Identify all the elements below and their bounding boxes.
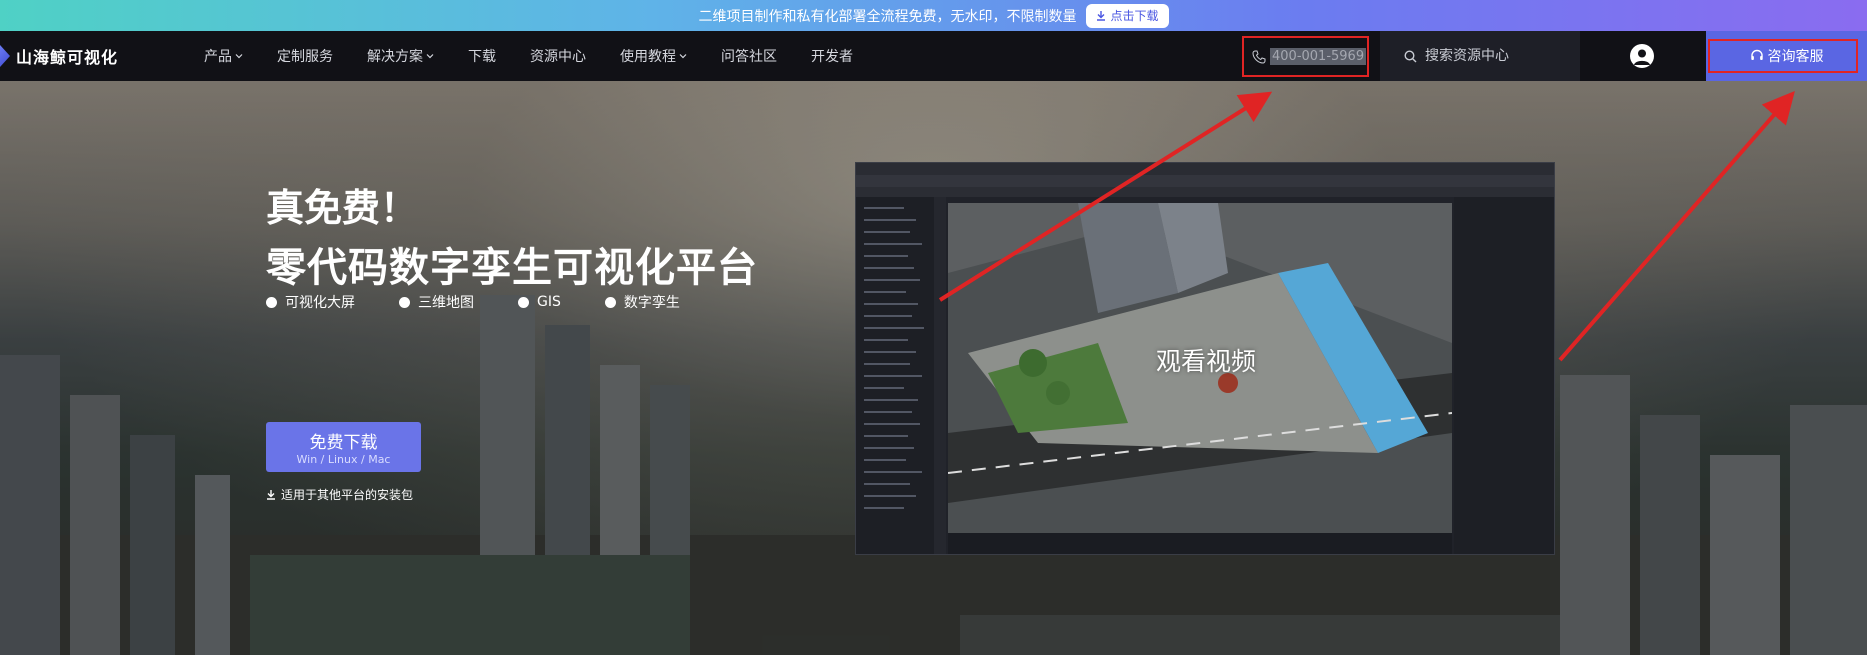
feature-item: 三维地图 bbox=[399, 292, 474, 312]
hero-title: 真免费！ bbox=[266, 186, 419, 230]
promo-download-label: 点击下载 bbox=[1110, 9, 1159, 23]
chevron-down-icon bbox=[679, 54, 687, 59]
nav-menu: 产品 定制服务 解决方案 下载 资源中心 使用教程 问答社区 开发者 bbox=[204, 31, 887, 81]
nav-item-developers[interactable]: 开发者 bbox=[811, 46, 853, 66]
watch-video-label[interactable]: 观看视频 bbox=[856, 163, 1554, 554]
feature-label: 数字孪生 bbox=[623, 295, 680, 311]
nav-item-label: 产品 bbox=[204, 49, 232, 65]
nav-item-custom-service[interactable]: 定制服务 bbox=[277, 46, 333, 66]
download-icon bbox=[1097, 10, 1106, 21]
search-input[interactable] bbox=[1425, 48, 1575, 64]
logo-mark-icon bbox=[0, 45, 10, 67]
feature-item: GIS bbox=[518, 292, 561, 312]
nav-item-label: 解决方案 bbox=[367, 49, 423, 65]
feature-label: 三维地图 bbox=[418, 295, 474, 311]
user-icon bbox=[1634, 49, 1650, 65]
bullet-icon bbox=[399, 296, 410, 308]
other-platforms-label: 适用于其他平台的安装包 bbox=[281, 488, 414, 502]
bullet-icon bbox=[604, 296, 616, 308]
consult-button[interactable]: 咨询客服 bbox=[1706, 31, 1867, 81]
search-box[interactable] bbox=[1380, 31, 1580, 81]
navbar: 山海鲸可视化 产品 定制服务 解决方案 下载 资源中心 使用教程 问答社区 开发… bbox=[0, 31, 1867, 81]
phone-icon bbox=[1252, 50, 1266, 64]
feature-item: 数字孪生 bbox=[604, 292, 680, 312]
other-platforms-link[interactable]: 适用于其他平台的安装包 bbox=[266, 486, 413, 503]
nav-item-resource-center[interactable]: 资源中心 bbox=[530, 46, 586, 66]
nav-item-products[interactable]: 产品 bbox=[204, 46, 243, 66]
download-platforms-label: Win / Linux / Mac bbox=[296, 453, 391, 466]
nav-item-label: 资源中心 bbox=[530, 49, 586, 65]
nav-item-label: 定制服务 bbox=[277, 49, 333, 65]
download-icon bbox=[267, 489, 275, 500]
nav-item-community[interactable]: 问答社区 bbox=[721, 46, 777, 66]
feature-list: 可视化大屏 三维地图 GIS 数字孪生 bbox=[266, 292, 680, 312]
nav-item-tutorials[interactable]: 使用教程 bbox=[620, 46, 687, 66]
nav-item-download[interactable]: 下载 bbox=[468, 46, 496, 66]
avatar[interactable] bbox=[1630, 44, 1654, 68]
phone-hotline[interactable]: 400-001-5969 bbox=[1242, 36, 1369, 77]
nav-item-label: 使用教程 bbox=[620, 49, 676, 65]
consult-label: 咨询客服 bbox=[1767, 49, 1824, 65]
search-icon bbox=[1404, 49, 1417, 62]
hero-subtitle: 零代码数字孪生可视化平台 bbox=[266, 245, 758, 291]
headset-icon bbox=[1750, 49, 1763, 60]
bullet-icon bbox=[518, 296, 529, 308]
bullet-icon bbox=[266, 296, 277, 308]
free-download-button[interactable]: 免费下载 Win / Linux / Mac bbox=[266, 422, 421, 472]
promo-banner: 二维项目制作和私有化部署全流程免费，无水印，不限制数量 点击下载 bbox=[0, 0, 1867, 31]
download-main-label: 免费下载 bbox=[309, 433, 378, 453]
nav-item-label: 问答社区 bbox=[721, 49, 777, 65]
chevron-down-icon bbox=[426, 54, 434, 59]
feature-label: 可视化大屏 bbox=[285, 295, 355, 311]
promo-text: 二维项目制作和私有化部署全流程免费，无水印，不限制数量 bbox=[698, 8, 1077, 25]
phone-number: 400-001-5969 bbox=[1270, 48, 1367, 65]
nav-item-label: 开发者 bbox=[811, 49, 853, 65]
nav-item-solutions[interactable]: 解决方案 bbox=[367, 46, 434, 66]
hero-section: 真免费！ 零代码数字孪生可视化平台 可视化大屏 三维地图 GIS 数字孪生 免费… bbox=[0, 81, 1867, 655]
video-preview[interactable]: 观看视频 bbox=[855, 162, 1555, 555]
nav-item-label: 下载 bbox=[468, 49, 496, 65]
logo[interactable]: 山海鲸可视化 bbox=[0, 31, 118, 81]
chevron-down-icon bbox=[235, 54, 243, 59]
promo-download-button[interactable]: 点击下载 bbox=[1086, 3, 1169, 28]
feature-item: 可视化大屏 bbox=[266, 292, 355, 312]
feature-label: GIS bbox=[537, 294, 561, 310]
logo-text: 山海鲸可视化 bbox=[16, 48, 119, 67]
